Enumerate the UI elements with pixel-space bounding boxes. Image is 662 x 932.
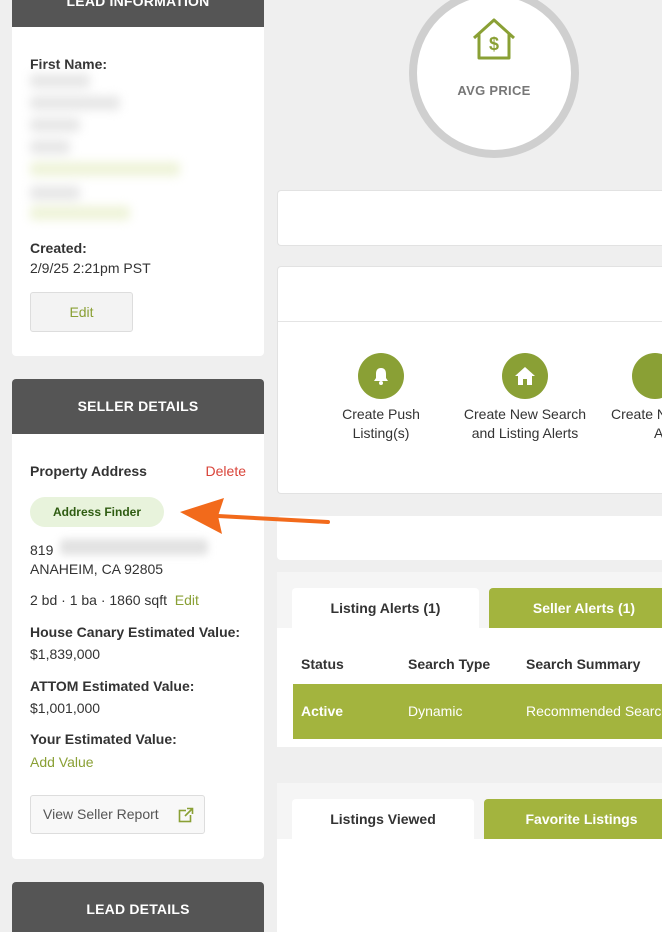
your-estimated-value-label: Your Estimated Value: <box>30 731 177 747</box>
city-state-zip: ANAHEIM, CA 92805 <box>30 561 164 577</box>
avg-price-widget: $ AVG PRICE <box>409 0 579 158</box>
seller-details-header: SELLER DETAILS <box>12 379 264 434</box>
tab-favorite-listings[interactable]: Favorite Listings <box>484 799 662 839</box>
table-row[interactable]: Active Dynamic Recommended Searc <box>293 684 662 739</box>
delete-address-link[interactable]: Delete <box>206 463 246 479</box>
street-number: 819 <box>30 542 54 558</box>
create-push-line1: Create Push <box>342 406 420 422</box>
property-specs: 2 bd · 1 ba · 1860 sqft Edit <box>30 592 199 608</box>
lead-information-header: LEAD INFORMATION <box>12 0 264 27</box>
create-new-search-action[interactable]: Create New Search and Listing Alerts <box>450 353 600 443</box>
redacted-street-name <box>60 539 208 555</box>
property-specs-text: 2 bd · 1 ba · 1860 sqft <box>30 592 167 608</box>
actions-panel: Create Push Listing(s) Create New Search… <box>277 266 662 494</box>
add-value-link[interactable]: Add Value <box>30 754 94 770</box>
summary-box <box>277 190 662 246</box>
actions-divider <box>278 321 662 322</box>
edit-specs-link[interactable]: Edit <box>175 592 199 608</box>
seller-details-panel: SELLER DETAILS Property Address Delete A… <box>12 379 264 859</box>
tab-listings-viewed[interactable]: Listings Viewed <box>292 799 474 839</box>
third-action-line1: Create N <box>611 406 662 422</box>
third-action-line2: A <box>654 425 662 441</box>
col-search-summary: Search Summary <box>526 656 641 672</box>
view-seller-report-label: View Seller Report <box>43 806 159 822</box>
tab-seller-alerts[interactable]: Seller Alerts (1) <box>489 588 662 628</box>
created-value: 2/9/25 2:21pm PST <box>30 260 151 276</box>
lead-details-panel: LEAD DETAILS <box>12 882 264 932</box>
create-search-line1: Create New Search <box>463 406 587 422</box>
alerts-section: Listing Alerts (1) Seller Alerts (1) Sta… <box>277 572 662 747</box>
create-push-listing-action[interactable]: Create Push Listing(s) <box>306 353 456 443</box>
first-name-label: First Name: <box>30 56 108 72</box>
listings-body <box>277 839 662 932</box>
home-icon <box>502 353 548 399</box>
third-action[interactable]: Create N A <box>594 353 662 443</box>
lead-information-panel: LEAD INFORMATION First Name: Created: 2/… <box>12 0 264 356</box>
action-icon <box>632 353 662 399</box>
orange-arrow-annotation <box>180 498 330 534</box>
create-search-line2: and Listing Alerts <box>471 425 579 441</box>
lead-details-header[interactable]: LEAD DETAILS <box>12 882 264 932</box>
row-summary: Recommended Searc <box>526 703 662 719</box>
col-status: Status <box>301 656 344 672</box>
bell-icon <box>358 353 404 399</box>
property-address-label: Property Address <box>30 463 147 479</box>
redacted-contact-info <box>22 74 192 232</box>
attom-value: $1,001,000 <box>30 700 101 716</box>
edit-lead-button[interactable]: Edit <box>30 292 133 332</box>
svg-text:$: $ <box>489 34 499 54</box>
address-finder-button[interactable]: Address Finder <box>30 497 164 527</box>
blank-box <box>277 516 662 560</box>
house-dollar-icon: $ <box>472 18 516 60</box>
view-seller-report-button[interactable]: View Seller Report <box>30 795 205 834</box>
alerts-table: Status Search Type Search Summary Active… <box>277 628 662 747</box>
external-link-icon <box>178 807 194 823</box>
house-canary-value: $1,839,000 <box>30 646 101 662</box>
create-push-line2: Listing(s) <box>352 425 410 441</box>
row-search-type: Dynamic <box>408 703 463 719</box>
created-label: Created: <box>30 240 87 256</box>
attom-label: ATTOM Estimated Value: <box>30 678 195 694</box>
house-canary-label: House Canary Estimated Value: <box>30 624 241 640</box>
row-status: Active <box>301 703 344 719</box>
col-search-type: Search Type <box>408 656 491 672</box>
tab-listing-alerts[interactable]: Listing Alerts (1) <box>292 588 479 628</box>
listings-section: Listings Viewed Favorite Listings <box>277 783 662 932</box>
avg-price-label: AVG PRICE <box>457 83 531 98</box>
